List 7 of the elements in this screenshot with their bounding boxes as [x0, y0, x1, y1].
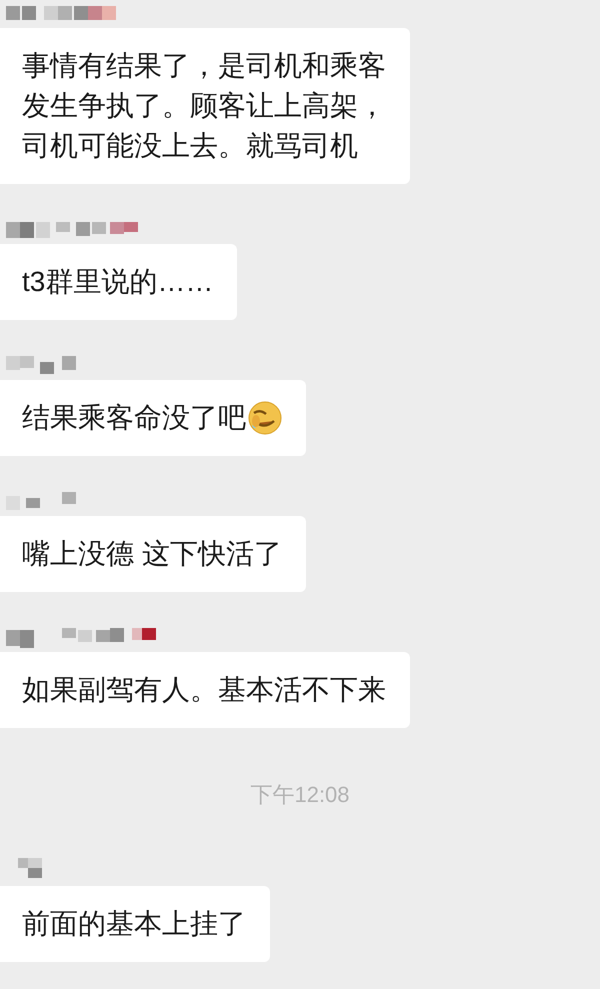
message-text: 前面的基本上挂了	[22, 907, 246, 941]
message-text: 结果乘客命没了吧	[22, 401, 246, 435]
timestamp: 下午12:08	[250, 781, 350, 809]
message-text: 嘴上没德 这下快活了	[22, 537, 282, 571]
message-text: 事情有结果了，是司机和乘客 发生争执了。顾客让上高架， 司机可能没上去。就骂司机	[22, 49, 386, 163]
message-text: t3群里说的……	[22, 265, 214, 299]
message-text: 如果副驾有人。基本活不下来	[22, 673, 386, 707]
